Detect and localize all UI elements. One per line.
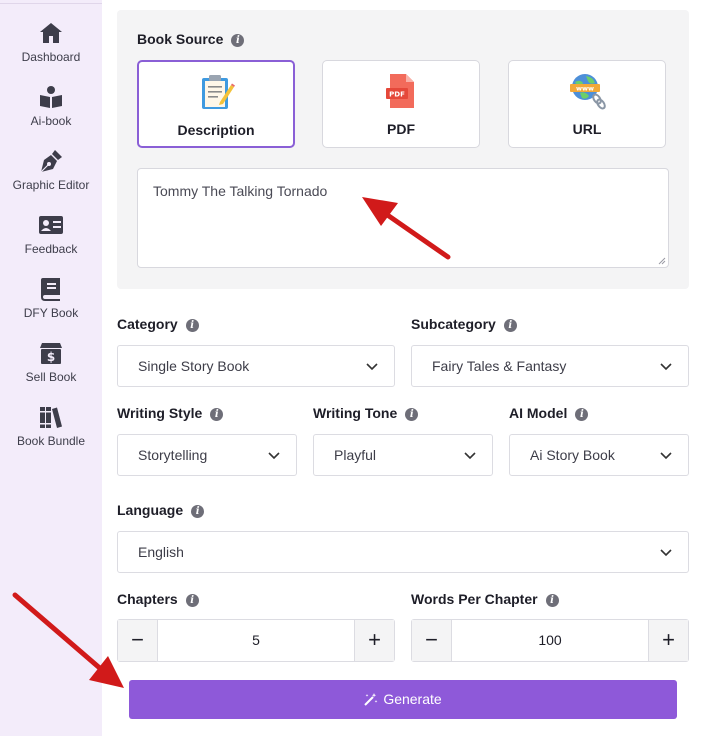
magic-wand-icon: [364, 693, 378, 706]
category-select[interactable]: Single Story Book: [117, 345, 395, 387]
book-source-label: Book Source i: [137, 31, 245, 47]
id-card-icon: [39, 216, 63, 234]
words-per-chapter-label-text: Words Per Chapter: [411, 591, 538, 607]
info-icon[interactable]: i: [503, 319, 517, 332]
dollar-box-icon: $: [40, 343, 62, 364]
ai-model-select[interactable]: Ai Story Book: [509, 434, 689, 476]
words-decrement-button[interactable]: −: [412, 620, 452, 661]
chapters-decrement-button[interactable]: −: [118, 620, 158, 661]
ai-model-label-text: AI Model: [509, 405, 568, 421]
sidebar-item-dashboard[interactable]: Dashboard: [0, 20, 102, 64]
reader-icon: [40, 86, 62, 108]
words-per-chapter-stepper: − 100 +: [411, 619, 689, 662]
svg-text:PDF: PDF: [389, 91, 405, 99]
words-per-chapter-label: Words Per Chapter i: [411, 591, 559, 607]
words-increment-button[interactable]: +: [648, 620, 688, 661]
pdf-file-icon: PDF: [386, 74, 414, 108]
chevron-down-icon: [268, 452, 280, 460]
chevron-down-icon: [660, 549, 672, 557]
source-option-label: URL: [572, 121, 602, 137]
description-textarea[interactable]: Tommy The Talking Tornado: [137, 168, 669, 268]
writing-tone-value: Playful: [334, 447, 377, 463]
sidebar-item-label: Book Bundle: [16, 434, 86, 448]
source-option-url[interactable]: www URL: [508, 60, 666, 148]
chapters-increment-button[interactable]: +: [354, 620, 394, 661]
ai-model-label: AI Model i: [509, 405, 589, 421]
subcategory-value: Fairy Tales & Fantasy: [432, 358, 567, 374]
sidebar-item-label: DFY Book: [23, 306, 79, 320]
sidebar-item-label: Ai-book: [30, 114, 72, 128]
description-text: Tommy The Talking Tornado: [153, 183, 328, 199]
subcategory-label: Subcategory i: [411, 316, 517, 332]
language-label: Language i: [117, 502, 205, 518]
sidebar-item-label: Dashboard: [21, 50, 81, 64]
chevron-down-icon: [660, 452, 672, 460]
resize-grip-icon[interactable]: [658, 257, 666, 265]
sidebar-item-ai-book[interactable]: Ai-book: [0, 84, 102, 128]
sidebar-item-label: Feedback: [24, 242, 78, 256]
writing-tone-select[interactable]: Playful: [313, 434, 493, 476]
language-label-text: Language: [117, 502, 184, 518]
home-icon: [40, 23, 62, 43]
category-label-text: Category: [117, 316, 178, 332]
sidebar: Dashboard Ai-book Graphic Editor Feedbac…: [0, 0, 102, 736]
info-icon[interactable]: i: [231, 34, 245, 47]
source-option-label: PDF: [387, 121, 415, 137]
subcategory-label-text: Subcategory: [411, 316, 496, 332]
source-option-description[interactable]: Description: [137, 60, 295, 148]
subcategory-select[interactable]: Fairy Tales & Fantasy: [411, 345, 689, 387]
writing-style-value: Storytelling: [138, 447, 208, 463]
info-icon[interactable]: i: [185, 319, 199, 332]
chevron-down-icon: [660, 363, 672, 371]
language-value: English: [138, 544, 184, 560]
globe-link-icon: www: [570, 74, 606, 110]
books-icon: [40, 407, 62, 428]
source-option-label: Description: [177, 122, 255, 138]
sidebar-item-sell-book[interactable]: $ Sell Book: [0, 340, 102, 384]
book-icon: [41, 278, 60, 301]
source-option-pdf[interactable]: PDF PDF: [322, 60, 480, 148]
writing-style-label: Writing Style i: [117, 405, 224, 421]
sidebar-item-feedback[interactable]: Feedback: [0, 212, 102, 256]
info-icon[interactable]: i: [191, 505, 205, 518]
category-label: Category i: [117, 316, 199, 332]
sidebar-item-label: Graphic Editor: [12, 178, 90, 192]
writing-tone-label: Writing Tone i: [313, 405, 419, 421]
sidebar-divider: [0, 3, 102, 4]
info-icon[interactable]: i: [210, 408, 224, 421]
info-icon[interactable]: i: [185, 594, 199, 607]
chevron-down-icon: [464, 452, 476, 460]
words-per-chapter-input[interactable]: 100: [451, 620, 649, 661]
chapters-label: Chapters i: [117, 591, 199, 607]
sidebar-item-graphic-editor[interactable]: Graphic Editor: [0, 148, 102, 192]
chevron-down-icon: [366, 363, 378, 371]
chapters-input[interactable]: 5: [157, 620, 355, 661]
generate-button[interactable]: Generate: [129, 680, 677, 719]
svg-text:$: $: [47, 350, 55, 364]
pen-nib-icon: [40, 150, 62, 173]
info-icon[interactable]: i: [575, 408, 589, 421]
ai-model-value: Ai Story Book: [530, 447, 615, 463]
sidebar-item-dfy-book[interactable]: DFY Book: [0, 276, 102, 320]
writing-tone-label-text: Writing Tone: [313, 405, 398, 421]
chapters-label-text: Chapters: [117, 591, 178, 607]
writing-style-label-text: Writing Style: [117, 405, 203, 421]
category-value: Single Story Book: [138, 358, 250, 374]
sidebar-item-book-bundle[interactable]: Book Bundle: [0, 404, 102, 448]
writing-style-select[interactable]: Storytelling: [117, 434, 297, 476]
svg-text:www: www: [576, 85, 594, 93]
info-icon[interactable]: i: [545, 594, 559, 607]
sidebar-item-label: Sell Book: [25, 370, 77, 384]
chapters-stepper: − 5 +: [117, 619, 395, 662]
language-select[interactable]: English: [117, 531, 689, 573]
book-source-title: Book Source: [137, 31, 224, 47]
clipboard-icon: [202, 75, 235, 109]
info-icon[interactable]: i: [405, 408, 419, 421]
generate-label: Generate: [383, 691, 442, 707]
